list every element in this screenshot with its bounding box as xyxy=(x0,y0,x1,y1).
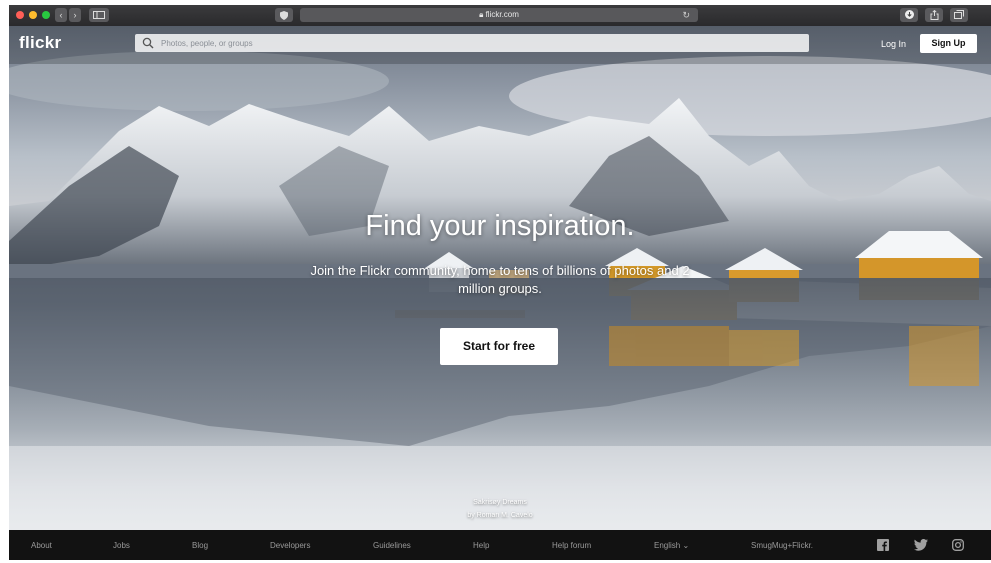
footer-link-help[interactable]: Help xyxy=(473,541,489,550)
back-icon: ‹ xyxy=(59,10,63,20)
tab-overview-button[interactable] xyxy=(950,8,968,22)
download-button[interactable] xyxy=(900,8,918,22)
privacy-report-button[interactable] xyxy=(275,8,293,22)
reload-icon[interactable]: ↻ xyxy=(682,8,690,22)
browser-toolbar: ‹ › 🔒︎ flickr.com ↻ xyxy=(9,5,991,26)
photo-author-link[interactable]: by Roman M. Cavelo xyxy=(9,509,991,522)
back-button[interactable]: ‹ xyxy=(55,8,67,22)
download-icon xyxy=(904,10,914,19)
hero-subheadline: Join the Flickr community, home to tens … xyxy=(310,263,690,296)
footer-link-jobs[interactable]: Jobs xyxy=(113,541,130,550)
photo-title-link[interactable]: Sakrisøy Dreams xyxy=(9,496,991,509)
footer-link-smugmug[interactable]: SmugMug+Flickr. xyxy=(751,541,813,550)
search-bar[interactable] xyxy=(135,34,809,52)
twitter-icon[interactable] xyxy=(914,539,928,551)
search-icon xyxy=(142,37,154,49)
photo-credit: Sakrisøy Dreams by Roman M. Cavelo xyxy=(9,496,991,522)
login-link[interactable]: Log In xyxy=(881,39,906,49)
language-selector[interactable]: English ⌄ xyxy=(654,541,689,550)
forward-icon: › xyxy=(73,10,77,20)
footer-link-help-forum[interactable]: Help forum xyxy=(552,541,591,550)
share-button[interactable] xyxy=(925,8,943,22)
search-input[interactable] xyxy=(161,34,791,52)
forward-button[interactable]: › xyxy=(69,8,81,22)
browser-window: ‹ › 🔒︎ flickr.com ↻ flickr Photos, peopl… xyxy=(9,5,991,560)
footer-link-blog[interactable]: Blog xyxy=(192,541,208,550)
tabs-icon xyxy=(954,10,964,19)
lock-icon: 🔒︎ xyxy=(479,10,484,19)
close-window-button[interactable] xyxy=(16,11,24,19)
minimize-window-button[interactable] xyxy=(29,11,37,19)
site-header: flickr Log In Sign Up xyxy=(9,26,991,64)
zoom-window-button[interactable] xyxy=(42,11,50,19)
share-icon xyxy=(930,9,938,20)
window-controls xyxy=(16,11,50,19)
sidebar-toggle-button[interactable] xyxy=(89,8,109,22)
start-for-free-button[interactable]: Start for free xyxy=(440,328,558,365)
flickr-logo[interactable]: flickr xyxy=(19,33,61,53)
instagram-icon[interactable] xyxy=(952,539,964,551)
footer-link-about[interactable]: About xyxy=(31,541,52,550)
shield-icon xyxy=(280,11,288,20)
address-text: flickr.com xyxy=(485,10,519,19)
hero-headline: Find your inspiration. xyxy=(365,210,635,242)
signup-button[interactable]: Sign Up xyxy=(920,34,977,53)
footer-link-developers[interactable]: Developers xyxy=(270,541,310,550)
address-bar[interactable]: 🔒︎ flickr.com ↻ xyxy=(300,8,698,22)
sidebar-icon xyxy=(93,11,105,19)
site-footer: About Jobs Blog Developers Guidelines He… xyxy=(9,530,991,560)
facebook-icon[interactable] xyxy=(877,539,889,551)
footer-link-guidelines[interactable]: Guidelines xyxy=(373,541,411,550)
